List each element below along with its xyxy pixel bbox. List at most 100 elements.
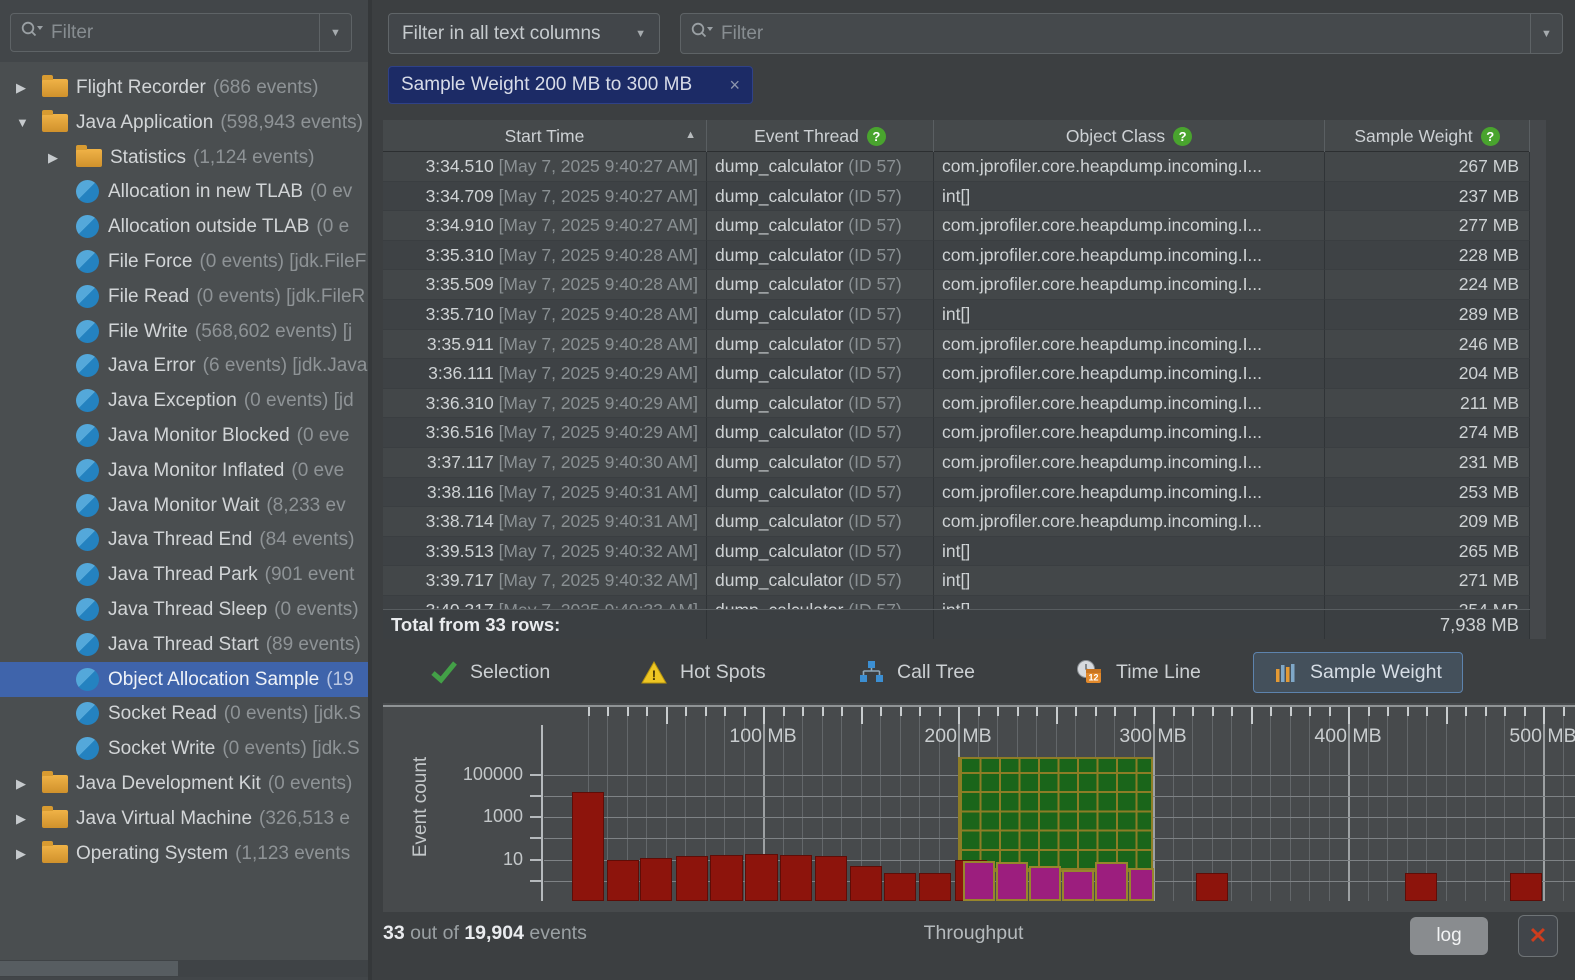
- chart-bar: [745, 854, 777, 901]
- sidebar-filter-dropdown-button[interactable]: ▼: [319, 14, 351, 51]
- tab-hot-spots[interactable]: !Hot Spots: [640, 644, 766, 700]
- table-header: Start Time▲Event Thread?Object Class?Sam…: [383, 120, 1530, 152]
- table-row[interactable]: 3:36.111 [May 7, 2025 9:40:29 AM]dump_ca…: [383, 359, 1530, 389]
- sidebar-item-socket-read[interactable]: Socket Read(0 events) [jdk.S: [0, 696, 368, 731]
- chart-x-axis-tick: [1543, 707, 1545, 724]
- sidebar-item-java-thread-sleep[interactable]: Java Thread Sleep(0 events): [0, 592, 368, 627]
- sidebar-item-file-force[interactable]: File Force(0 events) [jdk.FileF: [0, 244, 368, 279]
- chart-x-axis-tick: [900, 707, 902, 716]
- sidebar-item-java-error[interactable]: Java Error(6 events) [jdk.Java: [0, 348, 368, 383]
- tab-call-tree[interactable]: Call Tree: [858, 644, 975, 700]
- table-filter-input[interactable]: Filter ▼: [680, 13, 1563, 54]
- sidebar-horizontal-scrollbar[interactable]: [0, 960, 368, 977]
- sidebar-item-operating-system[interactable]: ▶Operating System(1,123 events: [0, 836, 368, 871]
- table-row[interactable]: 3:35.509 [May 7, 2025 9:40:28 AM]dump_ca…: [383, 270, 1530, 300]
- sidebar-item-allocation-outside-tlab[interactable]: Allocation outside TLAB(0 e: [0, 209, 368, 244]
- filtered-event-count: 33: [383, 922, 405, 944]
- event-type-tree: ▶ Flight Recorder(686 events)▼Java Applic…: [0, 62, 368, 960]
- column-header-event-thread[interactable]: Event Thread?: [707, 120, 934, 152]
- sidebar-item-object-allocation-sample[interactable]: Object Allocation Sample(19: [0, 662, 368, 697]
- sidebar-item-flight-recorder[interactable]: ▶ Flight Recorder(686 events): [0, 70, 368, 105]
- chevron-right-icon[interactable]: ▶: [16, 70, 26, 105]
- sidebar-item-java-monitor-wait[interactable]: Java Monitor Wait(8,233 ev: [0, 488, 368, 523]
- sidebar-item-file-write[interactable]: File Write(568,602 events) [j: [0, 314, 368, 349]
- cell-sample-weight: 253 MB: [1325, 478, 1530, 508]
- log-button[interactable]: log: [1410, 917, 1488, 955]
- sidebar-item-java-exception[interactable]: Java Exception(0 events) [jd: [0, 383, 368, 418]
- table-row[interactable]: 3:38.714 [May 7, 2025 9:40:31 AM]dump_ca…: [383, 507, 1530, 537]
- sidebar-item-java-thread-end[interactable]: Java Thread End(84 events): [0, 522, 368, 557]
- sidebar-item-java-application[interactable]: ▼Java Application(598,943 events): [0, 105, 368, 140]
- throughput-label: Throughput: [924, 922, 1024, 945]
- cell-object-class: int[]: [934, 182, 1325, 212]
- table-row[interactable]: 3:35.710 [May 7, 2025 9:40:28 AM]dump_ca…: [383, 300, 1530, 330]
- sidebar-item-allocation-in-new-tlab[interactable]: Allocation in new TLAB(0 ev: [0, 174, 368, 209]
- table-row[interactable]: 3:35.911 [May 7, 2025 9:40:28 AM]dump_ca…: [383, 330, 1530, 360]
- sidebar-item-java-monitor-inflated[interactable]: Java Monitor Inflated(0 eve: [0, 453, 368, 488]
- filter-chip-sample-weight[interactable]: Sample Weight 200 MB to 300 MB ×: [388, 66, 753, 104]
- sidebar-item-label: Flight Recorder(686 events): [76, 70, 319, 105]
- table-row[interactable]: 3:39.513 [May 7, 2025 9:40:32 AM]dump_ca…: [383, 537, 1530, 567]
- event-type-icon: [76, 389, 99, 412]
- chevron-right-icon[interactable]: ▶: [48, 140, 58, 175]
- tab-sample-weight[interactable]: Sample Weight: [1253, 652, 1463, 693]
- column-header-sample-weight[interactable]: Sample Weight?: [1325, 120, 1530, 152]
- help-icon[interactable]: ?: [1173, 127, 1192, 146]
- table-row[interactable]: 3:38.116 [May 7, 2025 9:40:31 AM]dump_ca…: [383, 478, 1530, 508]
- table-filter-dropdown-button[interactable]: ▼: [1530, 14, 1562, 53]
- sidebar-item-java-thread-park[interactable]: Java Thread Park(901 event: [0, 557, 368, 592]
- scrollbar-thumb[interactable]: [0, 961, 178, 976]
- help-icon[interactable]: ?: [867, 127, 886, 146]
- total-event-count: 19,904: [464, 922, 524, 944]
- event-type-icon: [76, 528, 99, 551]
- sidebar-item-statistics[interactable]: ▶Statistics(1,124 events): [0, 140, 368, 175]
- event-type-name: Java Thread Start: [108, 634, 259, 655]
- column-header-label: Event Thread: [754, 126, 859, 147]
- table-row[interactable]: 3:39.717 [May 7, 2025 9:40:32 AM]dump_ca…: [383, 566, 1530, 596]
- chevron-right-icon[interactable]: ▶: [16, 801, 26, 836]
- sidebar-item-java-virtual-machine[interactable]: ▶Java Virtual Machine(326,513 e: [0, 801, 368, 836]
- event-type-name: Socket Write: [108, 738, 215, 759]
- sidebar-item-label: Java Monitor Wait(8,233 ev: [108, 488, 346, 523]
- close-view-button[interactable]: ✕: [1518, 915, 1558, 957]
- sidebar-item-java-thread-start[interactable]: Java Thread Start(89 events): [0, 627, 368, 662]
- table-row[interactable]: 3:34.510 [May 7, 2025 9:40:27 AM]dump_ca…: [383, 152, 1530, 182]
- sidebar-item-socket-write[interactable]: Socket Write(0 events) [jdk.S: [0, 731, 368, 766]
- close-icon[interactable]: ×: [729, 75, 740, 96]
- chevron-down-icon[interactable]: ▼: [16, 105, 29, 140]
- table-row[interactable]: 3:35.310 [May 7, 2025 9:40:28 AM]dump_ca…: [383, 241, 1530, 271]
- cell-start-time: 3:35.911 [May 7, 2025 9:40:28 AM]: [383, 330, 707, 360]
- cell-sample-weight: 211 MB: [1325, 389, 1530, 419]
- chart-x-axis-tick: [1251, 707, 1253, 724]
- status-text: out of: [405, 922, 465, 944]
- table-vertical-scrollbar[interactable]: [1530, 120, 1546, 639]
- cell-object-class: com.jprofiler.core.heapdump.incoming.I..…: [934, 507, 1325, 537]
- event-type-count: (326,513 e: [259, 808, 350, 829]
- chart-selection-overlay[interactable]: [958, 757, 1153, 872]
- svg-text:!: !: [652, 667, 657, 683]
- chevron-right-icon[interactable]: ▶: [16, 836, 26, 871]
- cell-object-class: int[]: [934, 537, 1325, 567]
- table-row[interactable]: 3:40.317 [May 7, 2025 9:40:33 AM]dump_ca…: [383, 596, 1530, 609]
- table-row[interactable]: 3:37.117 [May 7, 2025 9:40:30 AM]dump_ca…: [383, 448, 1530, 478]
- sidebar-item-label: Object Allocation Sample(19: [108, 662, 354, 697]
- chevron-right-icon[interactable]: ▶: [16, 766, 26, 801]
- sidebar-item-java-development-kit[interactable]: ▶Java Development Kit(0 events): [0, 766, 368, 801]
- cell-object-class: int[]: [934, 566, 1325, 596]
- tab-selection[interactable]: Selection: [430, 644, 550, 700]
- table-row[interactable]: 3:34.910 [May 7, 2025 9:40:27 AM]dump_ca…: [383, 211, 1530, 241]
- sidebar-item-label: File Read(0 events) [jdk.FileR: [108, 279, 365, 314]
- sidebar-filter-input[interactable]: Filter ▼: [10, 13, 352, 52]
- table-row[interactable]: 3:36.310 [May 7, 2025 9:40:29 AM]dump_ca…: [383, 389, 1530, 419]
- tab-time-line[interactable]: 12Time Line: [1076, 644, 1201, 700]
- help-icon[interactable]: ?: [1481, 127, 1500, 146]
- cell-start-time: 3:35.310 [May 7, 2025 9:40:28 AM]: [383, 241, 707, 271]
- column-header-start-time[interactable]: Start Time▲: [383, 120, 707, 152]
- table-row[interactable]: 3:36.516 [May 7, 2025 9:40:29 AM]dump_ca…: [383, 418, 1530, 448]
- column-header-object-class[interactable]: Object Class?: [934, 120, 1325, 152]
- sidebar-item-file-read[interactable]: File Read(0 events) [jdk.FileR: [0, 279, 368, 314]
- sidebar-item-java-monitor-blocked[interactable]: Java Monitor Blocked(0 eve: [0, 418, 368, 453]
- chart-x-axis-tick: [1290, 707, 1292, 716]
- filter-column-select[interactable]: Filter in all text columns ▼: [388, 13, 660, 54]
- table-row[interactable]: 3:34.709 [May 7, 2025 9:40:27 AM]dump_ca…: [383, 182, 1530, 212]
